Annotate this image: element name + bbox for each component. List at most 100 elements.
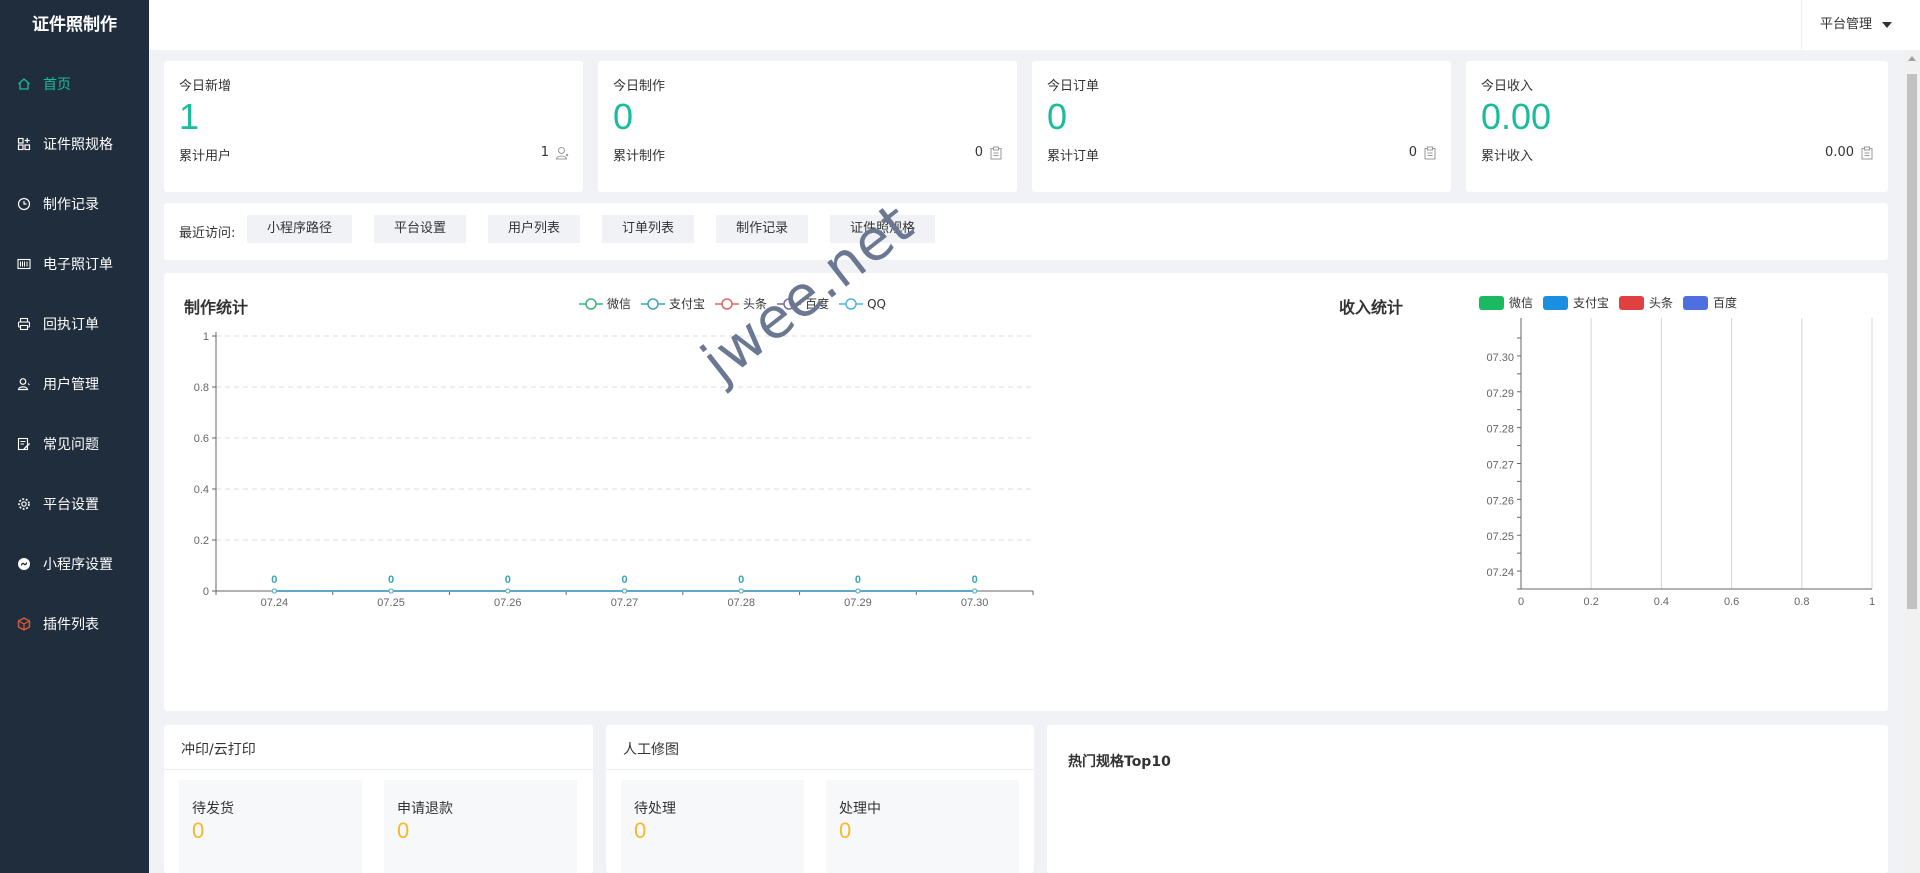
x-tick-label: 0.8 (1794, 596, 1809, 608)
data-label: 0 (738, 574, 744, 586)
y-tick-label: 0.8 (194, 382, 209, 394)
sidebar-item-records[interactable]: 制作记录 (0, 174, 149, 234)
scrollbar-thumb[interactable] (1907, 74, 1917, 609)
status-box-processing[interactable]: 处理中 0 (826, 780, 1019, 873)
x-tick-label: 07.28 (727, 597, 755, 609)
stat-sub-number: 0 (1408, 145, 1417, 160)
user-icon (17, 377, 31, 391)
stat-card-new-users: 今日新增 1 累计用户 1 (164, 61, 583, 192)
clipboard-icon (1860, 146, 1874, 160)
data-point (622, 588, 627, 594)
x-tick-label: 07.24 (261, 597, 289, 609)
x-tick-label: 07.25 (377, 597, 405, 609)
sidebar-item-specs[interactable]: 证件照规格 (0, 114, 149, 174)
sidebar-item-platform-settings[interactable]: 平台设置 (0, 474, 149, 534)
sidebar-item-mini-program[interactable]: 小程序设置 (0, 534, 149, 594)
stat-value: 1 (179, 96, 200, 137)
sidebar-item-users[interactable]: 用户管理 (0, 354, 149, 414)
sidebar-item-label: 回执订单 (43, 317, 99, 333)
status-box-value: 0 (634, 818, 647, 843)
y-tick-label: 0 (203, 586, 209, 598)
y-tick-label: 1 (203, 331, 209, 343)
x-tick-label: 07.26 (494, 597, 522, 609)
sidebar-item-label: 小程序设置 (43, 557, 113, 573)
data-label: 0 (621, 574, 627, 586)
sidebar-item-label: 平台设置 (43, 497, 99, 513)
status-box-label: 待发货 (192, 801, 234, 817)
data-point (388, 588, 394, 594)
data-label: 0 (505, 574, 511, 586)
stat-value: 0 (1047, 96, 1068, 137)
data-label: 0 (388, 574, 394, 586)
recent-tag[interactable]: 用户列表 (488, 215, 581, 243)
y-tick-label: 07.28 (1486, 424, 1514, 436)
sidebar-item-e-orders[interactable]: 电子照订单 (0, 234, 149, 294)
recent-visits-bar: 最近访问: 小程序路径 平台设置 用户列表 订单列表 制作记录 证件照规格 (164, 203, 1888, 260)
top-bar: 平台管理 (149, 0, 1920, 50)
hot-specs-title: 热门规格Top10 (1068, 754, 1171, 770)
y-tick-label: 07.25 (1486, 531, 1514, 543)
recent-visits-label: 最近访问: (179, 226, 236, 241)
user-icon (555, 146, 569, 160)
sidebar-item-label: 插件列表 (43, 617, 99, 633)
stat-title: 今日新增 (179, 79, 232, 94)
edit-note-icon (17, 437, 31, 451)
sidebar-item-receipt-orders[interactable]: 回执订单 (0, 294, 149, 354)
status-box-value: 0 (192, 818, 205, 843)
divider (164, 769, 593, 770)
production-line-chart: 0 0.2 0.4 0.6 0.8 1 07.24 07.25 07.26 07.27 07.28 0… (194, 331, 1034, 609)
sidebar-item-home[interactable]: 首页 (0, 54, 149, 114)
stat-value: 0.00 (1481, 96, 1552, 137)
x-tick-label: 0 (1518, 596, 1524, 608)
stat-value: 0 (613, 96, 634, 137)
gear-icon (17, 497, 31, 511)
stat-sub-number: 0 (974, 145, 983, 160)
home-icon (17, 77, 31, 91)
data-point (972, 588, 978, 594)
sidebar-item-plugins[interactable]: 插件列表 (0, 594, 149, 654)
sidebar-item-faq[interactable]: 常见问题 (0, 414, 149, 474)
data-point (738, 588, 744, 594)
scroll-up-arrow-icon[interactable] (1908, 56, 1916, 61)
print-panel: 冲印/云打印 待发货 0 申请退款 0 (164, 725, 593, 873)
recent-tag[interactable]: 订单列表 (602, 215, 695, 243)
sidebar-item-label: 制作记录 (43, 197, 99, 213)
caret-down-icon (1882, 21, 1892, 28)
mini-program-icon (17, 557, 31, 571)
stat-sub-label: 累计收入 (1481, 149, 1534, 164)
x-tick-label: 0.6 (1724, 596, 1739, 608)
recent-tag[interactable]: 平台设置 (374, 215, 467, 243)
sidebar-item-label: 常见问题 (43, 437, 99, 453)
income-chart-title: 收入统计 (1339, 298, 1404, 317)
sidebar-menu: 首页 证件照规格 制作记录 电子照订单 回执订单 用户管理 常见问题 平台设置 (0, 54, 149, 654)
stat-sub-value: 1 (541, 145, 569, 160)
platform-menu[interactable]: 平台管理 (1800, 0, 1892, 50)
recent-tag[interactable]: 小程序路径 (247, 215, 353, 243)
data-point (505, 588, 511, 594)
page-scrollbar[interactable] (1904, 50, 1920, 873)
status-box-refund-request[interactable]: 申请退款 0 (384, 780, 577, 873)
stat-title: 今日订单 (1047, 79, 1100, 94)
grid-plus-icon (17, 137, 31, 151)
stat-card-income: 今日收入 0.00 累计收入 0.00 (1466, 61, 1888, 192)
y-tick-label: 07.29 (1486, 388, 1514, 400)
income-bar-chart: 0 0.2 0.4 0.6 0.8 1 07.24 07.25 07.26 07.27 07.28 0… (1486, 318, 1875, 608)
sidebar: 证件照制作 首页 证件照规格 制作记录 电子照订单 回执订单 用户管理 常见问题 (0, 0, 149, 873)
status-box-pending[interactable]: 待处理 0 (621, 780, 804, 873)
platform-menu-label: 平台管理 (1819, 17, 1872, 32)
retouch-panel-title: 人工修图 (623, 742, 679, 758)
cube-icon (17, 617, 31, 631)
stat-card-production: 今日制作 0 累计制作 0 (598, 61, 1017, 192)
x-tick-label: 07.29 (844, 597, 872, 609)
x-tick-label: 0.4 (1654, 596, 1669, 608)
stat-title: 今日收入 (1481, 79, 1534, 94)
stat-sub-number: 1 (540, 145, 549, 160)
recent-tag[interactable]: 制作记录 (716, 215, 809, 243)
stat-sub-value: 0 (1409, 145, 1437, 160)
status-box-to-ship[interactable]: 待发货 0 (179, 780, 362, 873)
app-brand: 证件照制作 (32, 15, 117, 35)
stat-sub-label: 累计制作 (613, 149, 666, 164)
stat-title: 今日制作 (613, 79, 666, 94)
y-tick-label: 07.27 (1486, 460, 1514, 472)
data-label: 0 (271, 574, 277, 586)
